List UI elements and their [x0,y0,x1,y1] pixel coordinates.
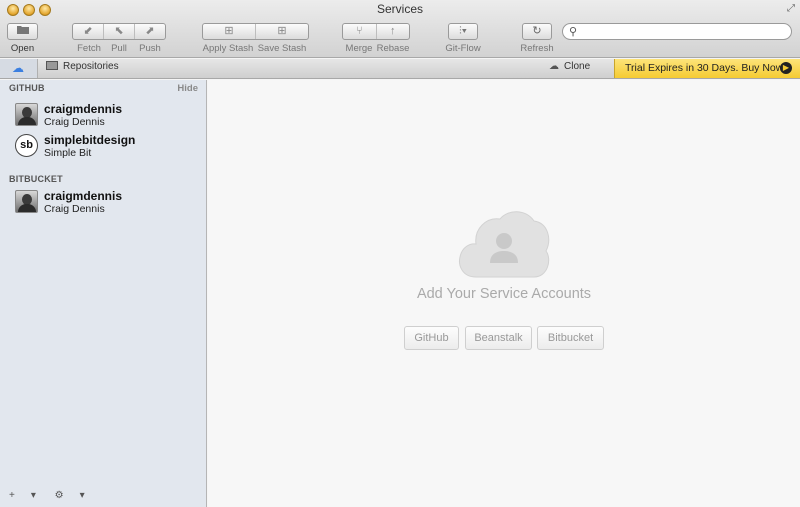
tab-repositories-label: Repositories [63,61,119,72]
tab-repositories[interactable]: Repositories [46,61,119,72]
tab-services[interactable]: ☁ [0,59,38,78]
trial-text: Trial Expires in 30 Days. Buy Now! [625,62,787,74]
cloud-user-icon [459,211,550,278]
arrow-right-icon: ▶ [780,62,792,74]
hide-button[interactable]: Hide [177,83,198,94]
tab-bar: ☁ Repositories ☁ Clone Trial Expires in 3… [0,59,800,79]
merge-icon: ⑂ [355,25,363,37]
app-window: Services ⤢ Open ⬋ ⬉ ⬈ Fetch Pull Push ⊞ … [0,0,800,507]
repository-icon [46,61,58,70]
save-stash-icon: ⊞ [277,25,287,37]
pull-button[interactable]: ⬉ [104,24,135,39]
folder-icon [16,26,30,38]
fetch-label: Fetch [77,43,101,54]
toolbar: Services ⤢ Open ⬋ ⬉ ⬈ Fetch Pull Push ⊞ … [0,0,800,58]
fetch-pull-push-group: ⬋ ⬉ ⬈ [72,23,166,40]
main-content: Add Your Service Accounts GitHub Beansta… [208,80,800,507]
pull-icon: ⬉ [114,25,124,37]
window-title: Services [376,2,423,16]
add-github-button[interactable]: GitHub [404,326,459,350]
avatar: sb [15,134,38,157]
account-username: craigmdennis [44,102,123,116]
add-bitbucket-button[interactable]: Bitbucket [537,326,604,350]
push-icon: ⬈ [145,25,155,37]
bitbucket-section-header: BITBUCKET [9,174,63,184]
rebase-label: Rebase [376,43,410,54]
sidebar: GITHUB Hide craigmdennis Craig Dennis sb… [0,80,207,507]
apply-stash-label: Apply Stash [202,43,254,54]
account-full-name: Simple Bit [44,147,92,159]
pull-label: Pull [111,43,127,54]
refresh-button[interactable]: ↻ [522,23,552,40]
push-label: Push [139,43,161,54]
apply-stash-button[interactable]: ⊞ [203,24,256,39]
settings-button[interactable]: ⚙ ▾ [55,490,85,501]
rebase-button[interactable]: ↑ [377,24,410,39]
open-button[interactable] [7,23,38,40]
gitflow-button[interactable]: ⫶▾ [448,23,478,40]
avatar [15,190,38,213]
gitflow-icon: ⫶▾ [458,25,468,37]
gear-icon: ⚙ [54,490,64,501]
save-stash-label: Save Stash [257,43,307,54]
open-label: Open [10,43,35,54]
plus-icon: + [9,490,15,501]
search-field: ⚲ [562,23,792,40]
sidebar-account-github-simplebitdesign[interactable]: sb simplebitdesign Simple Bit [15,133,200,159]
push-button[interactable]: ⬈ [135,24,165,39]
account-full-name: Craig Dennis [44,203,105,215]
merge-rebase-group: ⑂ ↑ [342,23,410,40]
github-section-header: GITHUB [9,83,45,93]
avatar [15,103,38,126]
clone-button[interactable]: ☁ Clone [549,61,590,72]
sidebar-account-github-craigmdennis[interactable]: craigmdennis Craig Dennis [15,102,200,128]
stash-group: ⊞ ⊞ [202,23,309,40]
rebase-icon: ↑ [390,25,396,37]
apply-stash-icon: ⊞ [224,25,234,37]
clone-icon: ☁ [549,61,559,72]
gitflow-label: Git-Flow [445,43,481,54]
refresh-label: Refresh [520,43,554,54]
search-icon: ⚲ [569,26,578,38]
clone-label: Clone [564,61,591,72]
add-beanstalk-button[interactable]: Beanstalk [465,326,532,350]
sidebar-account-bitbucket-craigmdennis[interactable]: craigmdennis Craig Dennis [15,189,200,215]
empty-state-title: Add Your Service Accounts [416,286,592,302]
search-input[interactable] [581,25,786,38]
fetch-button[interactable]: ⬋ [73,24,104,39]
fullscreen-icon[interactable]: ⤢ [787,3,795,14]
sidebar-footer: + ▾ ⚙ ▾ [9,490,101,501]
refresh-icon: ↻ [532,25,542,37]
cloud-icon: ☁ [12,61,24,75]
merge-button[interactable]: ⑂ [343,24,377,39]
account-username: craigmdennis [44,189,123,203]
save-stash-button[interactable]: ⊞ [256,24,308,39]
trial-banner[interactable]: Trial Expires in 30 Days. Buy Now! ▶ [614,59,800,78]
add-account-button[interactable]: + ▾ [9,490,36,501]
account-username: simplebitdesign [44,133,136,147]
fetch-icon: ⬋ [83,25,93,37]
merge-label: Merge [345,43,373,54]
account-full-name: Craig Dennis [44,116,105,128]
